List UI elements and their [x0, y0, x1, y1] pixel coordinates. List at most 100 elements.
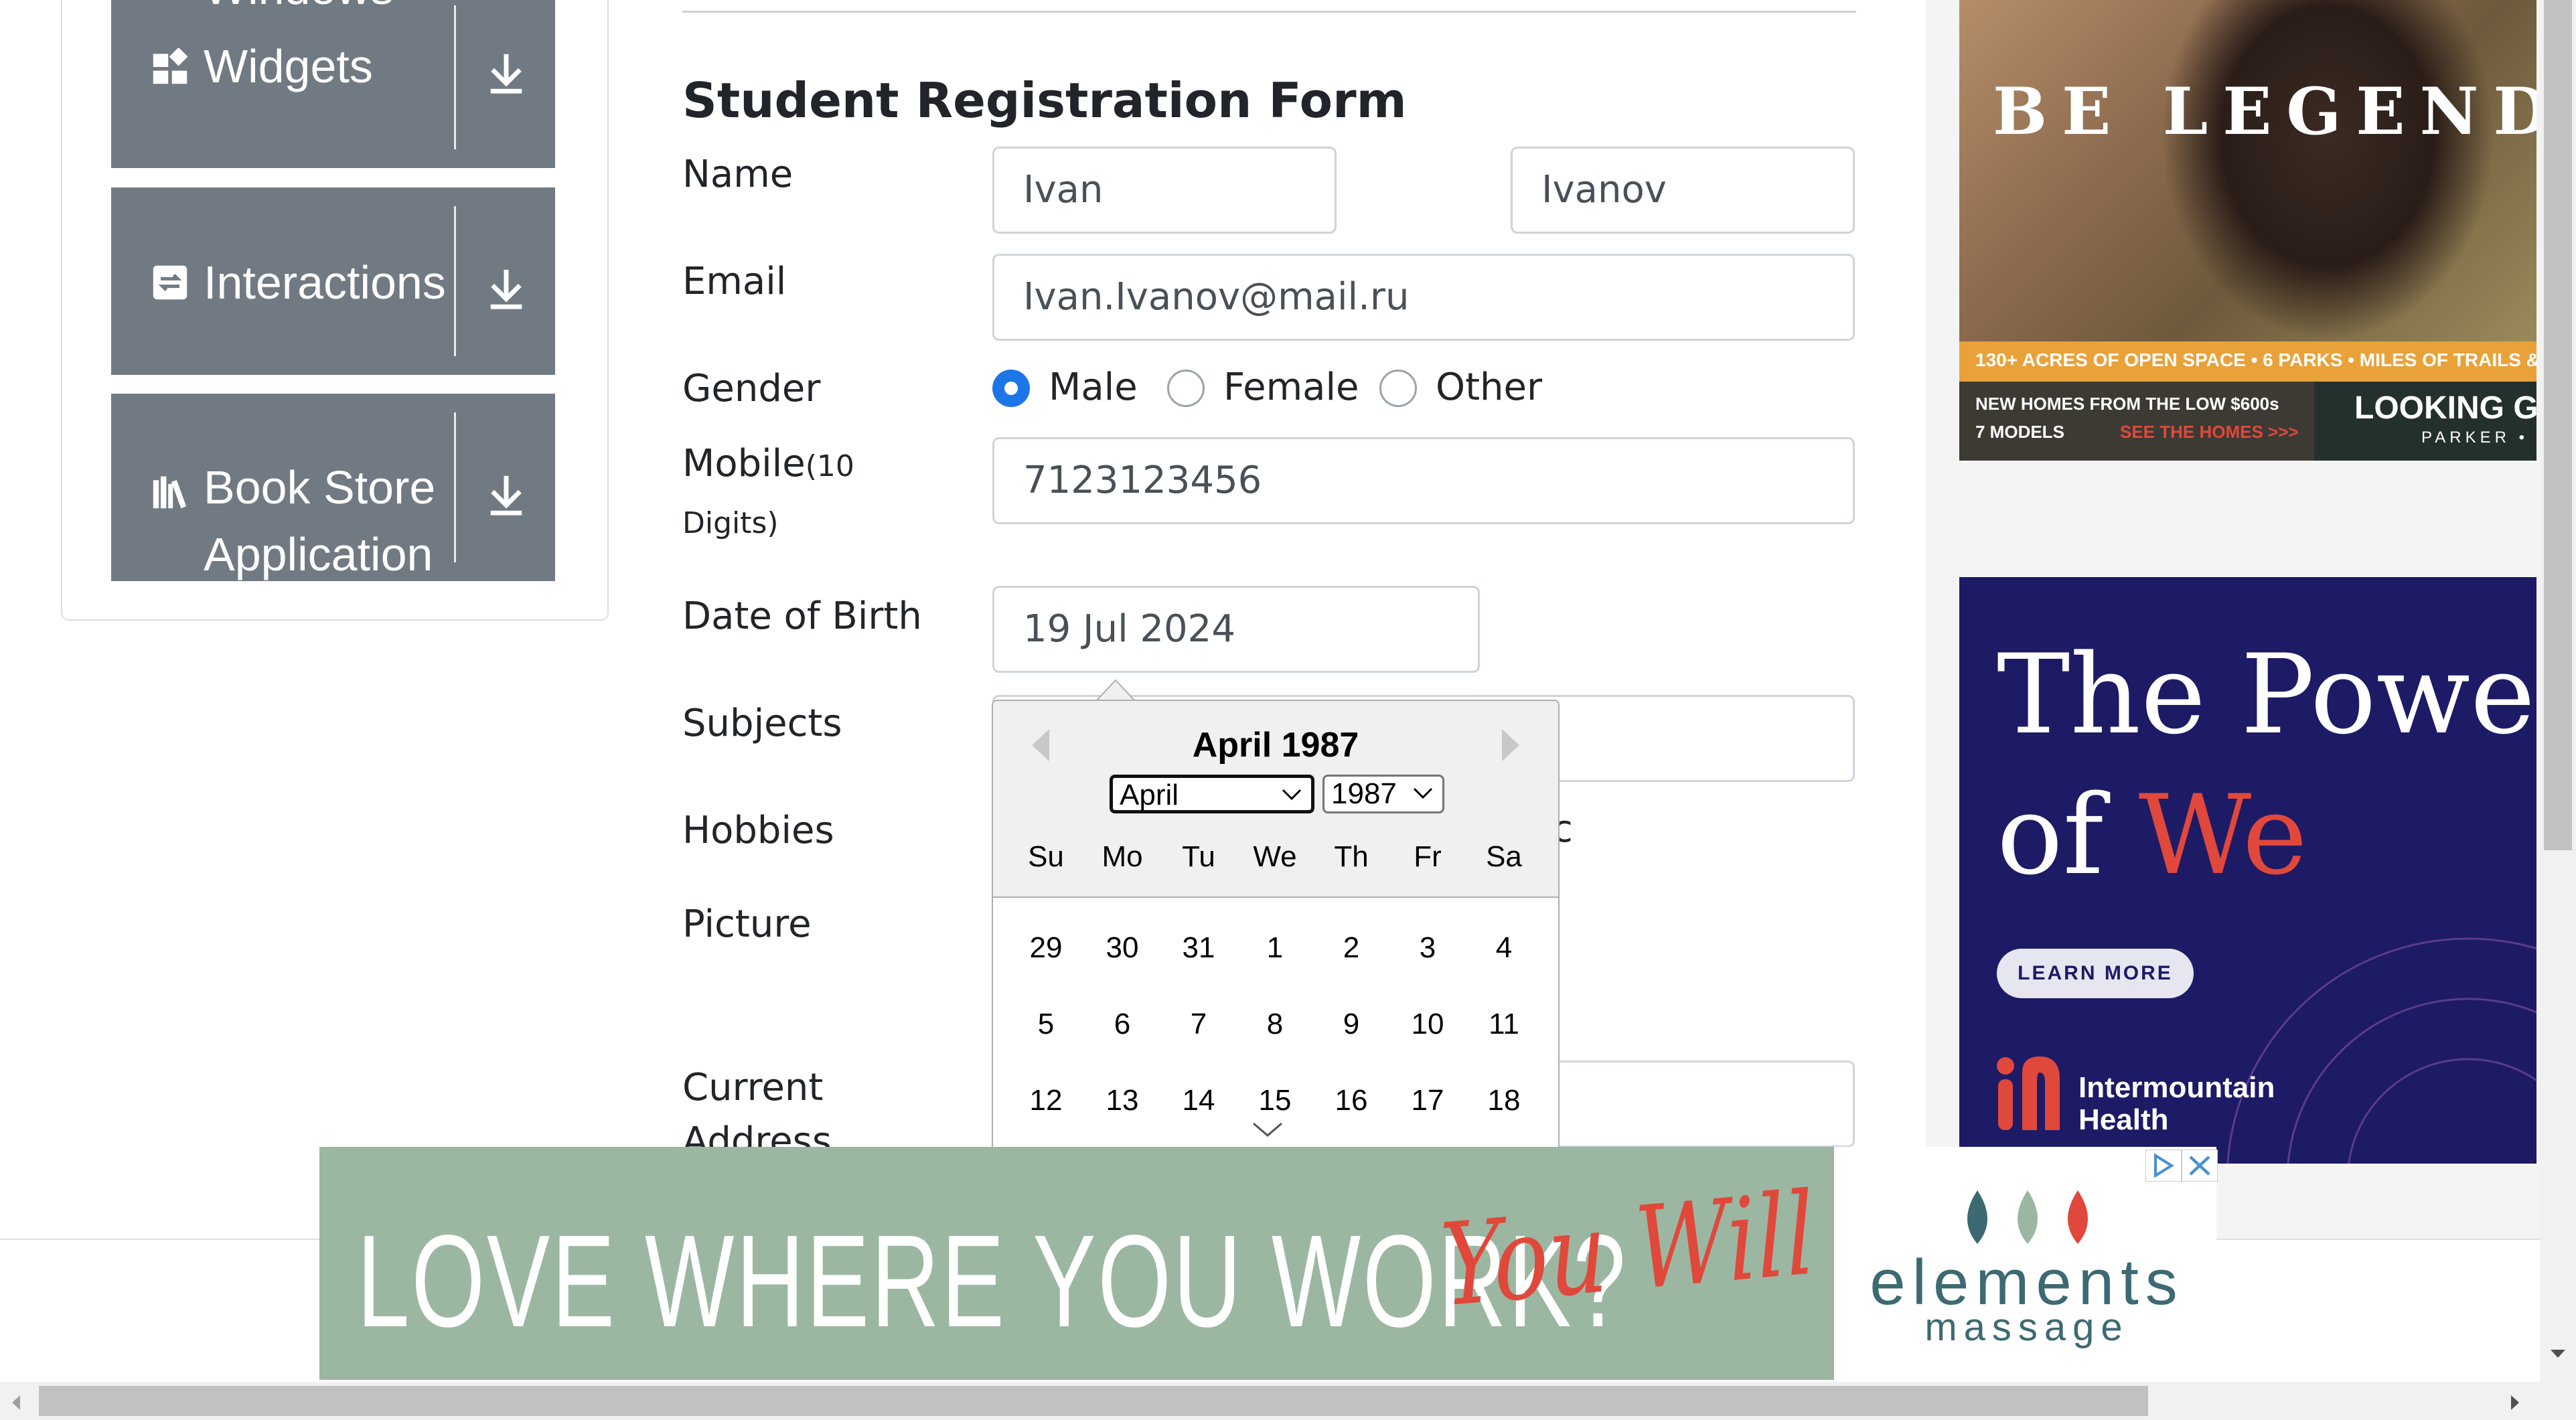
ad-cta[interactable]: SEE THE HOMES >>>	[2120, 422, 2299, 443]
intermountain-logo-icon	[1993, 1052, 2066, 1133]
calendar-day[interactable]: 6	[1085, 1008, 1159, 1041]
learn-more-button[interactable]: LEARN MORE	[1997, 949, 2194, 998]
scroll-left-arrow-icon[interactable]	[9, 1394, 23, 1411]
calendar-day[interactable]: 10	[1391, 1008, 1464, 1041]
horizontal-scrollbar[interactable]	[0, 1382, 2576, 1420]
calendar-day[interactable]: 18	[1467, 1084, 1541, 1117]
chevron-down-icon	[1413, 787, 1433, 799]
calendar-day[interactable]: 11	[1467, 1008, 1541, 1041]
mobile-label: Mobile(10	[682, 442, 854, 485]
page-title: Student Registration Form	[682, 72, 1407, 129]
adchoices-icon[interactable]	[2145, 1150, 2182, 1182]
ad-title-line1: The Power	[1997, 631, 2536, 759]
calendar-day[interactable]: 7	[1162, 1008, 1235, 1041]
vertical-scrollbar[interactable]	[2540, 0, 2576, 1382]
calendar-day[interactable]: 12	[1009, 1084, 1083, 1117]
chevron-down-icon[interactable]	[1251, 1119, 1284, 1139]
gender-option-label: Other	[1436, 366, 1543, 409]
month-select[interactable]: April	[1110, 775, 1314, 813]
scroll-right-arrow-icon[interactable]	[2508, 1394, 2522, 1411]
address-label-line1: Current	[682, 1066, 824, 1109]
divider	[454, 5, 456, 149]
gender-male-radio[interactable]: Male	[992, 366, 1160, 412]
dob-label: Date of Birth	[682, 595, 922, 638]
ad-banner-bottom[interactable]: LOVE WHERE YOU WORK? You Will elements m…	[319, 1147, 2218, 1380]
gender-other-radio[interactable]: Other	[1379, 366, 1554, 412]
radio-button[interactable]	[1379, 370, 1417, 407]
expand-download-icon[interactable]	[486, 474, 526, 517]
calendar-day[interactable]: 8	[1238, 1008, 1312, 1041]
calendar-day[interactable]: 1	[1238, 931, 1312, 965]
name-label: Name	[682, 153, 793, 196]
mobile-note: (10	[805, 449, 854, 483]
ad-line1: NEW HOMES FROM THE LOW $600s	[1975, 394, 2279, 414]
calendar-day[interactable]: 9	[1314, 1008, 1388, 1041]
radio-button[interactable]	[1167, 370, 1205, 407]
year-select[interactable]: 1987	[1322, 775, 1444, 813]
ad-headline: BE LEGENDA	[1993, 74, 2536, 149]
ad-brand2: Health	[2078, 1103, 2169, 1136]
expand-download-icon[interactable]	[486, 268, 526, 311]
day-name: Mo	[1102, 840, 1143, 873]
divider	[454, 412, 456, 562]
calendar-day[interactable]: 15	[1238, 1084, 1312, 1117]
ad-strip-text: 130+ ACRES OF OPEN SPACE • 6 PARKS • MIL…	[1975, 349, 2536, 370]
sidebar-item-interactions[interactable]: Interactions	[111, 187, 555, 375]
first-name-input[interactable]: Ivan	[992, 147, 1337, 234]
email-input[interactable]: Ivan.Ivanov@mail.ru	[992, 254, 1855, 341]
hobbies-label: Hobbies	[682, 809, 834, 852]
sidebar-item-partial-label: Windows	[204, 0, 394, 21]
calendar-day[interactable]: 4	[1467, 931, 1541, 965]
calendar-day[interactable]: 16	[1314, 1084, 1388, 1117]
ad-line2: 7 MODELS	[1975, 422, 2064, 442]
datepicker-popup: April 1987 April 1987 Su Mo Tu We Th Fr …	[992, 700, 1560, 1155]
close-ad-icon[interactable]	[2182, 1150, 2218, 1182]
picture-label: Picture	[682, 902, 812, 946]
scrollbar-thumb[interactable]	[2544, 0, 2572, 850]
calendar-day[interactable]: 30	[1085, 931, 1159, 965]
calendar-day[interactable]: 14	[1162, 1084, 1235, 1117]
sidebar-item-book-store[interactable]: Book Store Application	[111, 394, 555, 581]
sidebar-item-label-line2: Application	[204, 528, 433, 580]
ad-title-of: of	[1997, 771, 2104, 899]
radio-button-selected[interactable]	[992, 370, 1030, 407]
day-name: Fr	[1414, 840, 1442, 873]
last-name-input[interactable]: Ivanov	[1511, 147, 1855, 234]
gender-female-radio[interactable]: Female	[1167, 366, 1368, 412]
calendar-day[interactable]: 31	[1162, 931, 1235, 965]
calendar-day[interactable]: 13	[1085, 1084, 1159, 1117]
ad-banner-right-top[interactable]: BE LEGENDA 130+ ACRES OF OPEN SPACE • 6 …	[1959, 0, 2536, 461]
mobile-note-line2: Digits)	[682, 506, 779, 540]
book-store-icon	[153, 476, 187, 509]
ad-bottom-headline: LOVE WHERE YOU WORK?	[357, 1208, 1628, 1354]
month-select-value: April	[1120, 779, 1179, 811]
widgets-icon	[153, 48, 188, 84]
sidebar-item-label: Widgets	[204, 40, 373, 92]
sidebar-item-widgets[interactable]: Windows Widgets	[111, 0, 555, 168]
interactions-icon	[153, 265, 187, 300]
calendar-day[interactable]: 2	[1314, 931, 1388, 965]
date-of-birth-input[interactable]: 19 Jul 2024	[992, 586, 1480, 673]
ad-photo-hair	[2160, 0, 2495, 341]
day-name: Su	[1028, 840, 1064, 873]
elements-leaf-icon	[1967, 1190, 2088, 1244]
calendar-day[interactable]: 29	[1009, 931, 1083, 965]
expand-download-icon[interactable]	[486, 52, 526, 95]
scroll-down-arrow-icon[interactable]	[2549, 1347, 2567, 1360]
calendar-day[interactable]: 5	[1009, 1008, 1083, 1041]
ad-banner-right-mid[interactable]: The Power of We LEARN MORE Intermountain…	[1959, 577, 2536, 1164]
day-name: Sa	[1486, 840, 1522, 873]
sidebar-item-label: Interactions	[204, 256, 446, 309]
sidebar-item-label-line1: Book Store	[204, 461, 436, 514]
mobile-input[interactable]: 7123123456	[992, 437, 1855, 524]
gender-option-label: Female	[1223, 366, 1359, 409]
divider	[682, 11, 1856, 13]
calendar-day[interactable]: 17	[1391, 1084, 1464, 1117]
datepicker-header: April 1987 April 1987 Su Mo Tu We Th Fr …	[993, 701, 1558, 898]
calendar-day[interactable]: 3	[1391, 931, 1464, 965]
scrollbar-thumb[interactable]	[39, 1386, 2148, 1416]
year-select-value: 1987	[1331, 777, 1397, 810]
ad-bottom-brand-sub: massage	[1924, 1306, 2129, 1349]
day-name: We	[1253, 840, 1297, 873]
ad-title-line2: of We	[1997, 771, 2307, 899]
